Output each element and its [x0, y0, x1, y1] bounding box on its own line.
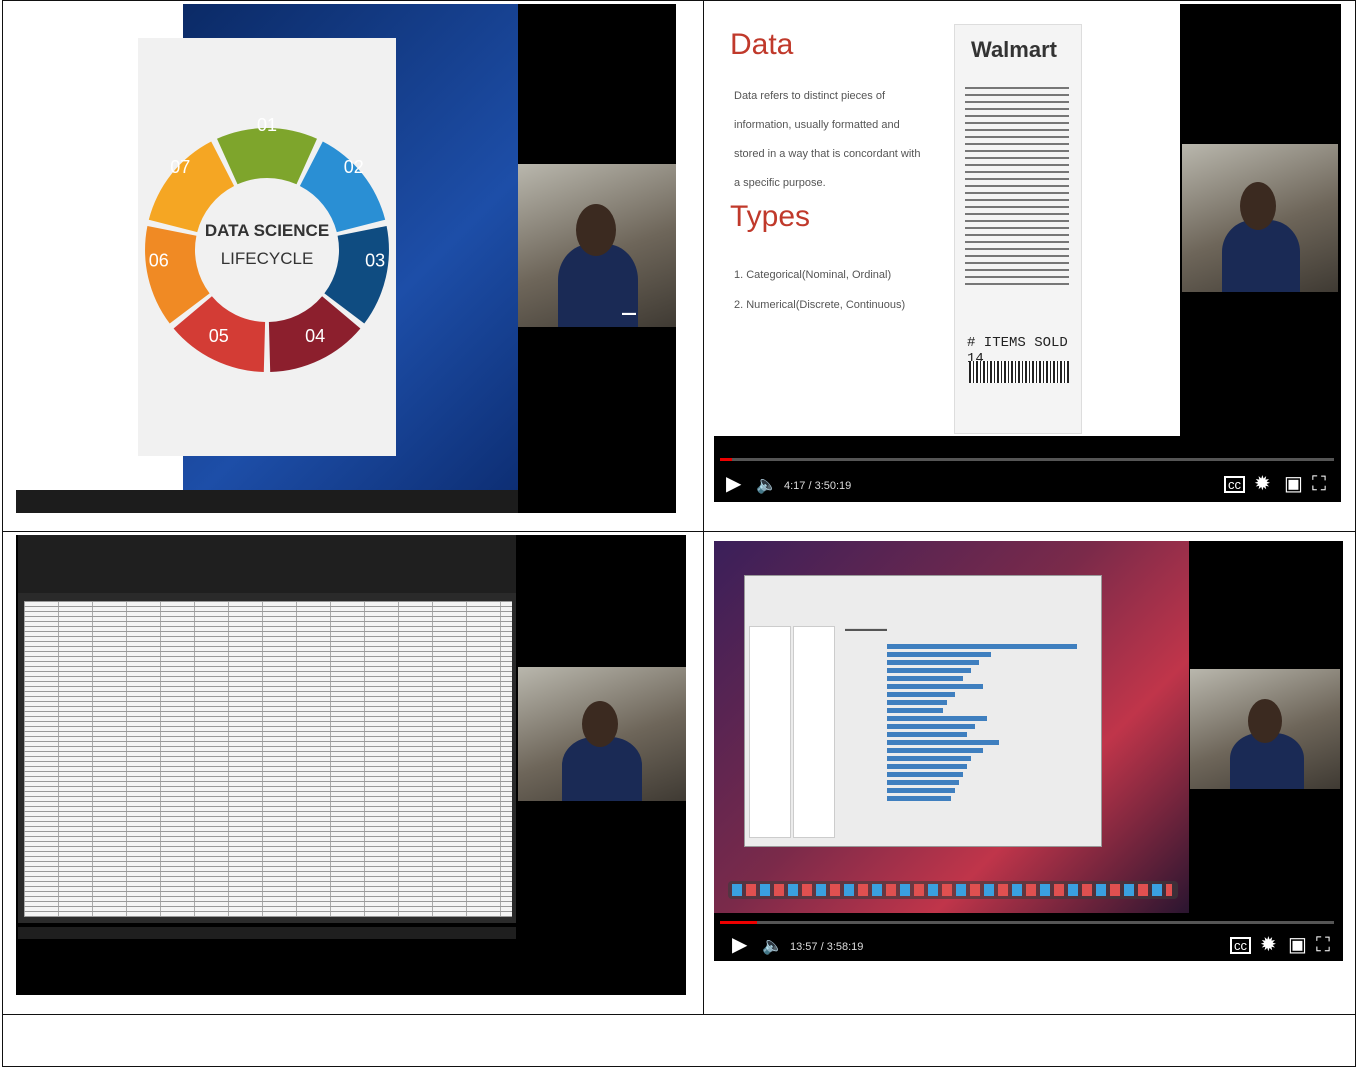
presenter-head: [1240, 182, 1276, 230]
chart-bar[interactable]: [887, 700, 947, 705]
chart-bar[interactable]: [887, 788, 955, 793]
captions-icon[interactable]: cc: [1224, 476, 1245, 493]
slide-definition: Data refers to distinct pieces of inform…: [734, 90, 921, 189]
barcode-icon: [969, 361, 1069, 383]
lifecycle-step-number: 01: [257, 115, 277, 135]
settings-icon[interactable]: ✹: [1254, 474, 1271, 494]
chart-bar[interactable]: [887, 764, 967, 769]
table-divider-vertical: [703, 1, 704, 1014]
video-controls[interactable]: ▶ 🔈 13:57 / 3:58:19 cc ✹ ▣ ⛶: [714, 919, 1343, 961]
presenter-head: [576, 204, 616, 256]
volume-icon[interactable]: 🔈: [762, 936, 783, 956]
spreadsheet-grid[interactable]: [24, 601, 512, 917]
table-divider-horizontal-1: [3, 531, 1355, 532]
types-list: 1. Categorical(Nominal, Ordinal) 2. Nume…: [734, 260, 905, 320]
fullscreen-icon[interactable]: ⛶: [1316, 935, 1330, 955]
presenter-webcam: [1190, 669, 1340, 789]
lifecycle-step-number: 03: [365, 251, 385, 271]
tableau-window: ▬▬▬▬▬▬: [744, 575, 1102, 847]
time-display: 4:17 / 3:50:19: [784, 480, 852, 492]
screenshot-tableau-video: ▬▬▬▬▬▬ ▶ 🔈 13:57 / 3:58:19 cc ✹ ▣ ⛶: [714, 541, 1343, 961]
walmart-receipt-image: Walmart # ITEMS SOLD 14: [954, 24, 1082, 434]
lifecycle-slide: 01 02 03 04 05 06 07 DATA SCIENCE LIFECYCLE: [138, 38, 396, 456]
dock-icons[interactable]: [732, 884, 1172, 896]
presenter-head: [582, 701, 618, 747]
presenter-bottom-bar: [16, 490, 518, 513]
lifecycle-wheel: 01 02 03 04 05 06 07 DATA SCIENCE LIFECYCLE: [145, 115, 389, 372]
chart-bar[interactable]: [887, 692, 955, 697]
chart-bar[interactable]: [887, 668, 971, 673]
settings-icon[interactable]: ✹: [1260, 935, 1277, 955]
lifecycle-segment: [217, 127, 317, 185]
screenshot-lifecycle-slide: 01 02 03 04 05 06 07 DATA SCIENCE LIFECYCLE ▬▬: [16, 4, 676, 513]
spreadsheet-status-bar: [18, 927, 516, 939]
screenshot-spreadsheet: [16, 535, 686, 995]
receipt-brand: Walmart: [971, 37, 1057, 62]
lifecycle-step-number: 07: [170, 157, 190, 177]
chart-bar[interactable]: [887, 772, 963, 777]
data-pane[interactable]: [749, 626, 791, 838]
chart-bar[interactable]: [887, 660, 979, 665]
data-slide: Data Data refers to distinct pieces of i…: [714, 4, 1180, 436]
chart-bar[interactable]: [887, 780, 959, 785]
table-divider-horizontal-2: [3, 1014, 1355, 1015]
progress-bar[interactable]: [720, 458, 1334, 461]
presenter-webcam: ▬▬: [518, 164, 676, 327]
wheel-title-line2: LIFECYCLE: [221, 249, 314, 268]
lifecycle-step-number: 02: [344, 157, 364, 177]
chart-bar[interactable]: [887, 708, 943, 713]
chart-bar[interactable]: [887, 644, 1077, 649]
chart-bar[interactable]: [887, 748, 983, 753]
chart-bar[interactable]: [887, 652, 991, 657]
presenter-webcam: [518, 667, 686, 801]
presenter-webcam: [1182, 144, 1338, 292]
play-icon[interactable]: ▶: [726, 474, 741, 494]
spreadsheet-ribbon[interactable]: [18, 535, 516, 593]
time-display: 13:57 / 3:58:19: [790, 941, 864, 953]
chart-bar[interactable]: [887, 676, 963, 681]
desktop-background: ▬▬▬▬▬▬: [714, 541, 1189, 913]
chart-bar[interactable]: [887, 724, 975, 729]
lifecycle-step-number: 05: [209, 326, 229, 346]
types-heading: Types: [730, 200, 811, 233]
miniplayer-icon[interactable]: ▣: [1288, 935, 1307, 955]
presenter-body: [1222, 220, 1300, 292]
fullscreen-icon[interactable]: ⛶: [1312, 474, 1326, 494]
lifecycle-step-number: 06: [149, 251, 169, 271]
volume-icon[interactable]: 🔈: [756, 475, 777, 495]
chart-bar[interactable]: [887, 716, 987, 721]
chart-bar[interactable]: [887, 732, 967, 737]
macos-dock[interactable]: [728, 881, 1178, 899]
play-icon[interactable]: ▶: [732, 935, 747, 955]
video-controls[interactable]: ▶ 🔈 4:17 / 3:50:19 cc ✹ ▣ ⛶: [714, 444, 1341, 502]
slide-title: Data: [730, 28, 794, 61]
lifecycle-step-number: 04: [305, 326, 325, 346]
spreadsheet-window: [18, 535, 516, 939]
receipt-lines: [965, 85, 1069, 285]
progress-fill: [720, 921, 757, 924]
shelves-pane[interactable]: [793, 626, 835, 838]
types-item: 2. Numerical(Discrete, Continuous): [734, 299, 906, 311]
chart-bar[interactable]: [887, 796, 951, 801]
types-item: 1. Categorical(Nominal, Ordinal): [734, 269, 892, 281]
progress-bar[interactable]: [720, 921, 1334, 924]
screenshot-data-slide-video: Data Data refers to distinct pieces of i…: [714, 4, 1341, 502]
miniplayer-icon[interactable]: ▣: [1284, 474, 1303, 494]
presenter-head: [1248, 699, 1282, 743]
chart-bar[interactable]: [887, 740, 999, 745]
webcam-name-label: ▬▬: [622, 310, 636, 317]
sheet-title: ▬▬▬▬▬▬: [845, 626, 887, 633]
wheel-title-line1: DATA SCIENCE: [205, 221, 329, 240]
chart-bar[interactable]: [887, 756, 971, 761]
progress-fill: [720, 458, 733, 461]
captions-icon[interactable]: cc: [1230, 937, 1251, 954]
chart-bar[interactable]: [887, 684, 983, 689]
